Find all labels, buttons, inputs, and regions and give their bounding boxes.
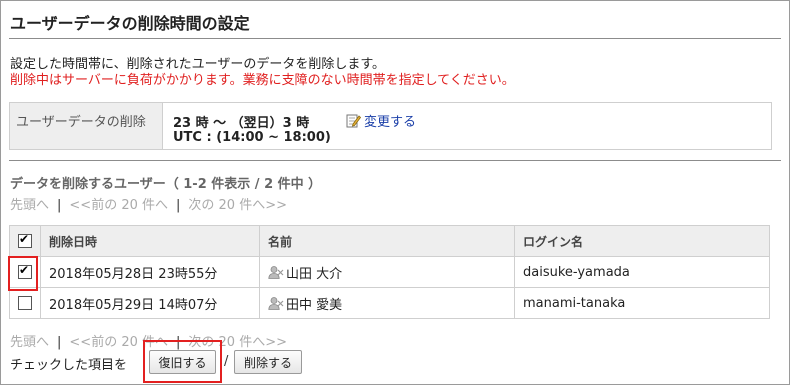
user-icon [268, 296, 284, 310]
bulk-action-label: チェックした項目を [10, 358, 128, 373]
pager-first-link[interactable]: 先頭へ [10, 335, 49, 350]
row-checkbox[interactable] [18, 296, 32, 310]
section-title: データを削除するユーザー（ 1-2 件表示 / 2 件中 ） [10, 177, 322, 192]
pager-top: 先頭へ | <<前の 20 件へ | 次の 20 件へ>> [10, 194, 287, 213]
row-name[interactable]: 山田 大介 [286, 267, 342, 282]
page-title: ユーザーデータの削除時間の設定 [10, 14, 250, 33]
row-login: daisuke-yamada [514, 256, 770, 288]
pager-separator: | [57, 198, 62, 213]
table-header-row: 削除日時 名前 ログイン名 [9, 225, 770, 257]
header-name: 名前 [259, 225, 515, 257]
row-name-cell: 山田 大介 [259, 256, 515, 288]
setting-time-local: 23 時 ～ （翌日）3 時 [173, 116, 310, 131]
select-all-cell [9, 225, 41, 257]
users-table: 削除日時 名前 ログイン名 2018年05月28日 23時55分 山田 大介 d… [9, 225, 770, 319]
row-login: manami-tanaka [514, 287, 770, 319]
edit-link-label: 変更する [364, 115, 417, 130]
page-frame: ユーザーデータの削除時間の設定 設定した時間帯に、削除されたユーザーのデータを削… [0, 0, 790, 385]
pager-prev-link[interactable]: <<前の 20 件へ [69, 198, 168, 213]
setting-label: ユーザーデータの削除 [10, 103, 163, 149]
edit-icon [346, 113, 362, 128]
pager-separator: | [57, 335, 62, 350]
row-name-cell: 田中 愛美 [259, 287, 515, 319]
row-check-cell [9, 287, 41, 319]
setting-time-utc: UTC : (14:00 ~ 18:00) [173, 130, 331, 145]
row-date: 2018年05月28日 23時55分 [40, 256, 260, 288]
row-name[interactable]: 田中 愛美 [286, 298, 342, 313]
row-date: 2018年05月29日 14時07分 [40, 287, 260, 319]
header-login: ログイン名 [514, 225, 770, 257]
checkbox-highlight [8, 256, 38, 291]
action-separator: / [224, 354, 229, 369]
pager-next-link[interactable]: 次の 20 件へ>> [188, 198, 287, 213]
table-row: 2018年05月28日 23時55分 山田 大介 daisuke-yamada [9, 256, 770, 288]
user-icon [268, 265, 284, 279]
pager-separator: | [176, 198, 181, 213]
restore-button-highlight [143, 340, 222, 383]
pager-first-link[interactable]: 先頭へ [10, 198, 49, 213]
warning-text: 削除中はサーバーに負荷がかかります。業務に支障のない時間帯を指定してください。 [10, 73, 515, 88]
deletion-time-setting: ユーザーデータの削除 23 時 ～ （翌日）3 時 UTC : (14:00 ~… [9, 102, 772, 150]
select-all-checkbox[interactable] [18, 232, 32, 249]
title-divider [9, 38, 781, 39]
section-divider [9, 160, 781, 161]
header-date: 削除日時 [40, 225, 260, 257]
edit-setting-link[interactable]: 変更する [346, 111, 416, 130]
delete-button[interactable]: 削除する [234, 350, 302, 374]
table-row: 2018年05月29日 14時07分 田中 愛美 manami-tanaka [9, 287, 770, 319]
